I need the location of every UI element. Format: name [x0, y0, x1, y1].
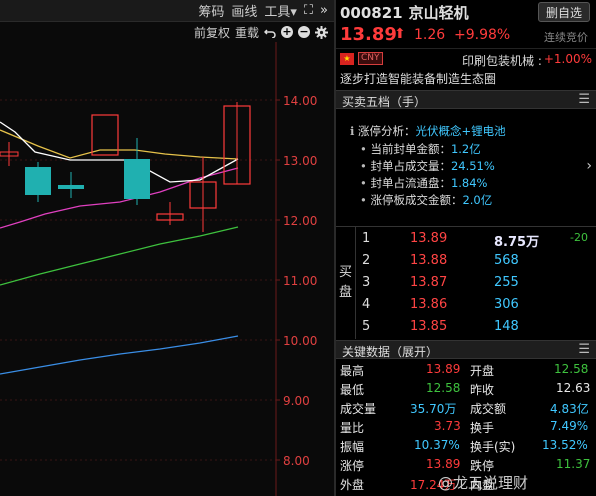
- key-data-row: 成交量 35.70万 成交额 4.83亿: [340, 402, 589, 416]
- kline-canvas[interactable]: [0, 42, 334, 496]
- bid-row[interactable]: 4 13.86 306: [362, 297, 592, 319]
- ma120-line: [0, 335, 239, 375]
- key-data-row: 最低 12.58 昨收 12.63: [340, 381, 591, 397]
- reload-button[interactable]: 重载: [235, 24, 259, 41]
- remove-favorite-button[interactable]: 删自选: [538, 2, 590, 22]
- bid-row[interactable]: 1 13.89 8.75万 -20: [362, 231, 592, 253]
- bid-book: 买盘 1 13.89 8.75万 -20 2 13.88 568 3 13.87 255 41…: [336, 226, 596, 341]
- china-flag-icon: ★: [340, 53, 354, 65]
- price-change-pct: +9.98%: [454, 27, 511, 43]
- draw-line-button[interactable]: 画线: [231, 1, 257, 20]
- last-price: 13.89: [340, 24, 397, 45]
- analysis-headline: ℹ 涨停分析：光伏概念+锂电池: [350, 124, 506, 138]
- analysis-item: • 当前封单金额：1.2亿: [360, 142, 481, 156]
- settings-gear-icon[interactable]: [315, 25, 328, 39]
- candle: [91, 114, 119, 156]
- sector-name[interactable]: 印刷包装机械 :: [462, 52, 542, 69]
- key-data-title: 关键数据（展开）: [342, 345, 439, 359]
- price-tick: 13.00: [283, 154, 318, 168]
- limit-up-analysis: ℹ 涨停分析：光伏概念+锂电池 • 当前封单金额：1.2亿 • 封单占成交量：2…: [336, 112, 596, 224]
- candle: [25, 167, 51, 195]
- price-tick: 11.00: [283, 274, 318, 288]
- forward-adjust-button[interactable]: 前复权: [194, 24, 230, 41]
- bid-row[interactable]: 2 13.88 568: [362, 253, 592, 275]
- chart-toolbar: 筹码 画线 工具▾ ⛶ »: [0, 0, 334, 22]
- stock-name: 京山轻机: [408, 4, 469, 22]
- bid-side-label: 买盘: [336, 227, 356, 339]
- candle: [58, 185, 84, 189]
- level5-header[interactable]: 买卖五档（手） ☰: [336, 90, 596, 109]
- price-tick: 9.00: [283, 394, 310, 408]
- price-change: 1.26: [414, 27, 446, 43]
- analysis-item: • 封单占成交量：24.51%: [360, 159, 495, 173]
- chips-button[interactable]: 筹码: [198, 1, 224, 20]
- bid-row[interactable]: 5 13.85 148: [362, 319, 592, 341]
- ma10-line: [0, 129, 239, 160]
- currency-badge: CNY: [358, 52, 383, 65]
- price-tick: 8.00: [283, 454, 310, 468]
- key-data-row: 最高 13.89 开盘 12.58: [340, 362, 589, 378]
- trading-status: 连续竞价: [544, 31, 588, 44]
- key-data-header[interactable]: 关键数据（展开） ☰: [336, 340, 596, 359]
- up-arrow-icon: ⬆: [394, 26, 406, 42]
- zoom-in-icon[interactable]: +: [281, 26, 293, 38]
- analysis-item: • 封单占流通盘：1.84%: [360, 176, 488, 190]
- price-tick: 14.00: [283, 94, 318, 108]
- stock-header: 000821 京山轻机: [336, 2, 469, 23]
- zoom-out-icon[interactable]: −: [298, 26, 310, 38]
- analysis-item: • 涨停板成交金额：2.0亿: [360, 193, 493, 207]
- price-tick: 10.00: [283, 334, 318, 348]
- bid-row[interactable]: 3 13.87 255: [362, 275, 592, 297]
- company-slogan: 逐步打造智能装备制造生态圈: [340, 72, 497, 86]
- menu-icon[interactable]: ☰: [578, 92, 590, 107]
- tools-menu[interactable]: 工具▾: [264, 1, 297, 20]
- collapse-icon[interactable]: »: [320, 3, 328, 18]
- candle: [124, 159, 150, 199]
- level5-title: 买卖五档（手）: [342, 95, 427, 109]
- undo-icon[interactable]: [264, 26, 276, 38]
- ma60-line: [0, 226, 239, 286]
- stock-code: 000821: [340, 3, 403, 22]
- chart-subtoolbar: 前复权 重载 + −: [0, 22, 334, 42]
- candlestick-series: [0, 102, 251, 232]
- key-data-row: 振幅 10.37% 换手(实) 13.52%: [340, 438, 588, 454]
- sector-change: +1.00%: [543, 52, 592, 66]
- price-tick: 12.00: [283, 214, 318, 228]
- kline-chart-pane[interactable]: 筹码 画线 工具▾ ⛶ » 前复权 重载 + − 14.00 13.00 12.…: [0, 0, 334, 496]
- expand-icon[interactable]: ⛶: [304, 3, 313, 18]
- sector-row[interactable]: ★ CNY 印刷包装机械 : +1.00%: [336, 48, 596, 68]
- info-icon: ℹ: [350, 124, 359, 138]
- key-data-row: 量比 3.73 换手 7.49%: [340, 419, 589, 435]
- menu-icon[interactable]: ☰: [578, 342, 590, 357]
- chevron-right-icon[interactable]: ›: [586, 158, 592, 174]
- watermark-text: @龙五说理财: [438, 474, 529, 492]
- quote-panel: 000821 京山轻机 删自选 13.89 ⬆ 1.26 +9.98% 连续竞价…: [336, 0, 596, 496]
